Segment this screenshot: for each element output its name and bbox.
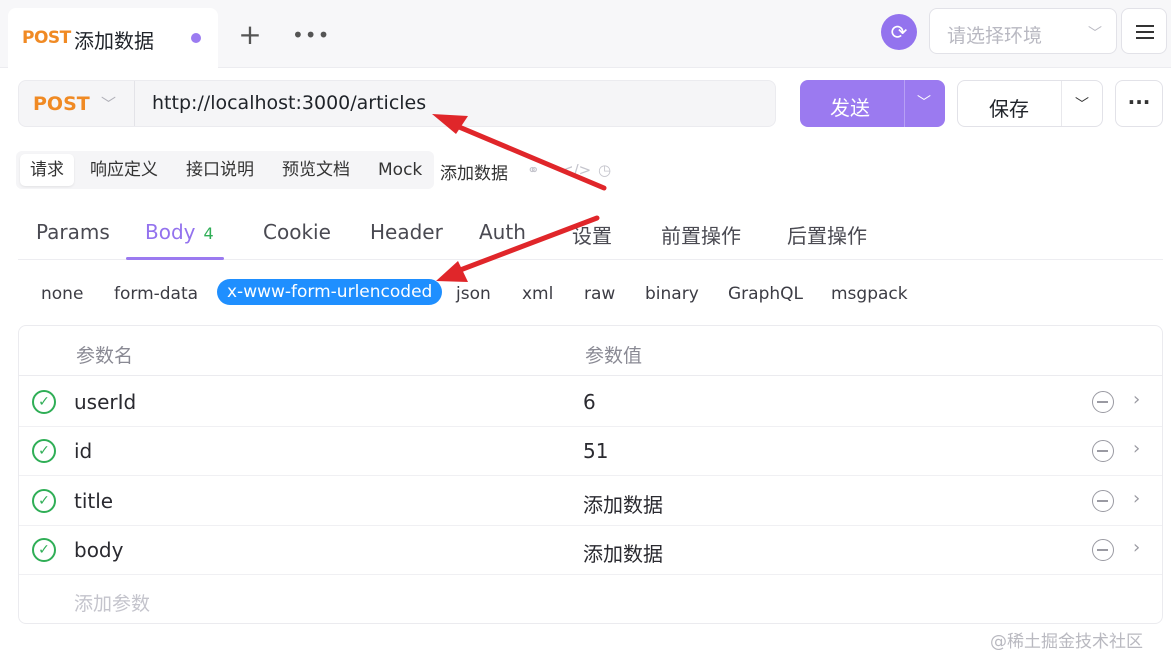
send-button[interactable]: 发送 ﹀ — [800, 80, 945, 127]
body-type-xml[interactable]: xml — [522, 284, 553, 304]
body-type-form-data[interactable]: form-data — [114, 284, 198, 304]
tab-post-operations[interactable]: 后置操作 — [787, 220, 867, 249]
check-circle-icon[interactable]: ✓ — [32, 489, 56, 513]
param-name-cell[interactable]: id — [74, 439, 92, 463]
send-button-label: 发送 — [830, 96, 870, 120]
column-header-name: 参数名 — [76, 345, 134, 367]
remove-icon[interactable] — [1092, 391, 1114, 413]
table-row: ✓ id 51 › — [19, 426, 1162, 476]
body-type-binary[interactable]: binary — [645, 284, 699, 304]
environment-select[interactable]: 请选择环境 ﹀ — [929, 8, 1117, 54]
check-circle-icon[interactable]: ✓ — [32, 439, 56, 463]
new-tab-button[interactable]: + — [232, 18, 268, 54]
tab-settings[interactable]: 设置 — [572, 220, 612, 249]
param-name-cell[interactable]: title — [74, 489, 113, 513]
more-icon[interactable]: ··· — [1115, 80, 1163, 127]
body-type-json[interactable]: json — [456, 284, 491, 304]
active-tab-indicator — [126, 257, 224, 260]
tab-method-badge: POST — [22, 28, 71, 48]
chevron-down-icon[interactable]: ﹀ — [1075, 94, 1089, 114]
param-value-cell[interactable]: 添加数据 — [583, 489, 663, 518]
subtab-response[interactable]: 响应定义 — [80, 154, 168, 186]
table-header: 参数名 参数值 — [19, 326, 1162, 376]
top-tab-bar: POST 添加数据 + ••• ⟳ 请选择环境 ﹀ — [0, 0, 1171, 68]
param-value-cell[interactable]: 添加数据 — [583, 538, 663, 567]
more-tabs-button[interactable]: ••• — [292, 18, 329, 54]
param-name-cell[interactable]: userId — [74, 390, 136, 414]
tab-body-label: Body — [145, 220, 196, 244]
doc-subtabs: 请求 响应定义 接口说明 预览文档 Mock — [16, 151, 434, 189]
method-select[interactable]: POST — [33, 93, 90, 115]
request-url-bar: POST ﹀ http://localhost:3000/articles — [18, 80, 776, 127]
params-table: 参数名 参数值 ✓ userId 6 › ✓ id 51 › ✓ title 添… — [18, 325, 1163, 624]
table-row: ✓ body 添加数据 › — [19, 525, 1162, 575]
tab-add-data[interactable]: POST 添加数据 — [8, 8, 218, 68]
chevron-right-icon[interactable]: › — [1133, 537, 1140, 558]
subtab-api-doc[interactable]: 接口说明 — [176, 154, 264, 186]
chevron-right-icon[interactable]: › — [1133, 438, 1140, 459]
request-main-tabs: Params Body 4 Cookie Header Auth 设置 前置操作 … — [18, 200, 1163, 260]
tab-header[interactable]: Header — [370, 220, 443, 244]
tab-body[interactable]: Body 4 — [145, 220, 214, 244]
table-row: ✓ userId 6 › — [19, 377, 1162, 427]
tab-pre-operations[interactable]: 前置操作 — [661, 220, 741, 249]
sync-icon[interactable]: ⟳ — [881, 14, 917, 50]
param-name-cell[interactable]: body — [74, 538, 123, 562]
save-button-label: 保存 — [989, 97, 1029, 121]
check-circle-icon[interactable]: ✓ — [32, 390, 56, 414]
remove-icon[interactable] — [1092, 490, 1114, 512]
api-name-field[interactable]: 添加数据 — [440, 159, 508, 184]
divider — [1061, 81, 1062, 126]
chevron-down-icon: ﹀ — [1088, 26, 1102, 42]
tab-params[interactable]: Params — [36, 220, 110, 244]
body-type-raw[interactable]: raw — [584, 284, 615, 304]
url-input[interactable]: http://localhost:3000/articles — [152, 92, 426, 114]
column-header-value: 参数值 — [585, 345, 643, 367]
check-circle-icon[interactable]: ✓ — [32, 538, 56, 562]
body-count-badge: 4 — [203, 224, 214, 243]
add-param-input[interactable]: 添加参数 — [74, 589, 150, 616]
body-type-graphql[interactable]: GraphQL — [728, 284, 803, 304]
tab-cookie[interactable]: Cookie — [263, 220, 331, 244]
subtab-mock[interactable]: Mock — [368, 154, 432, 186]
code-icon[interactable]: </> — [561, 161, 591, 179]
subtab-request[interactable]: 请求 — [20, 154, 74, 186]
tab-title: 添加数据 — [74, 29, 154, 53]
subtab-preview[interactable]: 预览文档 — [272, 154, 360, 186]
chevron-down-icon[interactable]: ﹀ — [917, 92, 931, 112]
clock-icon[interactable]: ◷ — [598, 161, 611, 179]
environment-placeholder: 请选择环境 — [947, 25, 1043, 47]
divider — [904, 80, 905, 127]
menu-icon[interactable] — [1121, 8, 1167, 54]
body-type-urlencoded[interactable]: x-www-form-urlencoded — [217, 279, 443, 305]
divider — [134, 81, 135, 126]
body-type-msgpack[interactable]: msgpack — [831, 284, 908, 304]
param-value-cell[interactable]: 6 — [583, 390, 596, 414]
table-row: ✓ title 添加数据 › — [19, 476, 1162, 526]
save-button[interactable]: 保存 ﹀ — [957, 80, 1103, 127]
watermark: @稀土掘金技术社区 — [990, 632, 1143, 652]
link-icon[interactable]: ⚭ — [527, 161, 540, 179]
param-value-cell[interactable]: 51 — [583, 439, 608, 463]
chevron-right-icon[interactable]: › — [1133, 488, 1140, 509]
remove-icon[interactable] — [1092, 539, 1114, 561]
body-type-none[interactable]: none — [41, 284, 83, 304]
tab-auth[interactable]: Auth — [479, 220, 526, 244]
remove-icon[interactable] — [1092, 440, 1114, 462]
chevron-down-icon[interactable]: ﹀ — [101, 93, 116, 114]
chevron-right-icon[interactable]: › — [1133, 389, 1140, 410]
unsaved-dot-icon — [191, 33, 201, 43]
